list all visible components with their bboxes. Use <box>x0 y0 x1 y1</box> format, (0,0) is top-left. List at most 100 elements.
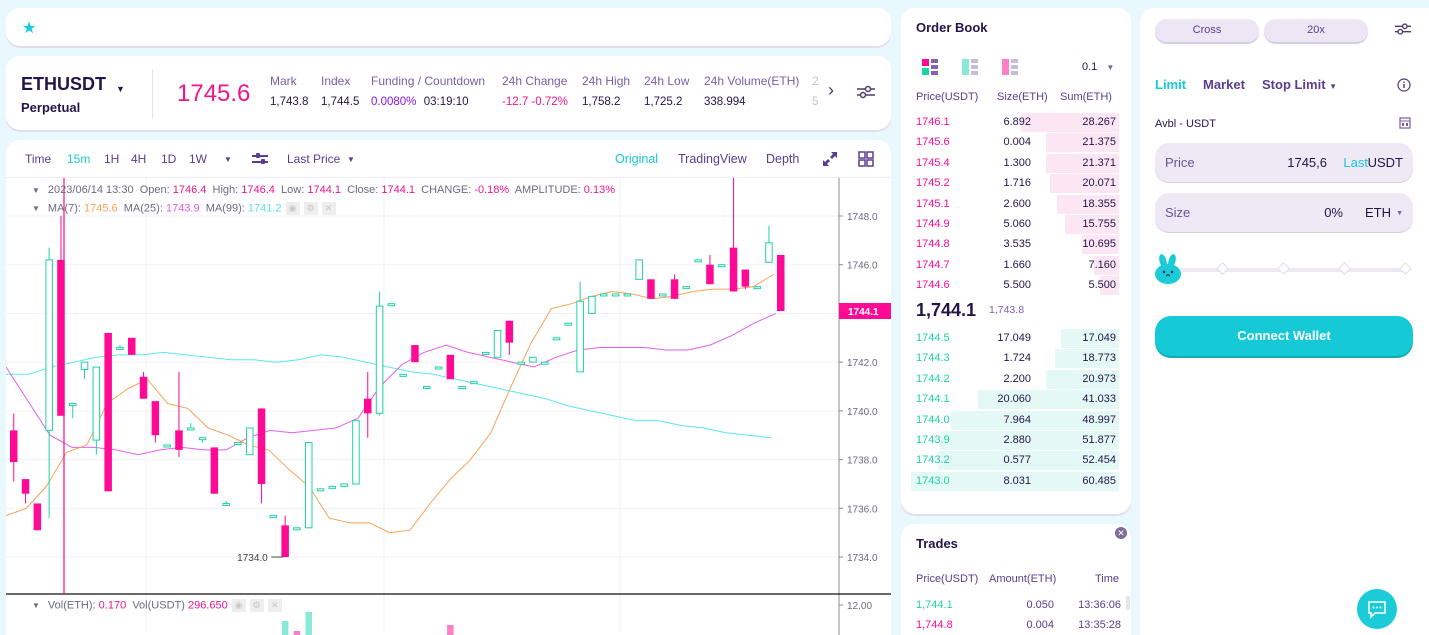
close-icon[interactable]: ✕ <box>321 202 336 215</box>
calculator-icon[interactable] <box>1399 117 1411 129</box>
slider-mark-75[interactable] <box>1338 262 1351 275</box>
orderbook-row[interactable]: 1744.8 3.535 10.695 <box>911 234 1119 255</box>
orderbook-row[interactable]: 1744.2 2.200 20.973 <box>911 369 1119 389</box>
orderbook-row[interactable]: 1744.5 17.049 17.049 <box>911 328 1119 348</box>
eye-icon[interactable]: ◉ <box>285 202 300 215</box>
star-icon[interactable]: ★ <box>22 18 36 38</box>
eye-icon[interactable]: ◉ <box>231 599 246 612</box>
row-price: 1746.1 <box>916 116 950 128</box>
candlestick-chart[interactable]: 1748.0 1746.0 1742.0 1740.0 1738.0 1736.0 1734… <box>6 178 891 635</box>
slider-mark-50[interactable] <box>1277 262 1290 275</box>
collapse-icon[interactable]: ▼ <box>32 186 40 195</box>
orderbook-row[interactable]: 1745.2 1.716 20.071 <box>911 173 1119 194</box>
book-asks-icon[interactable] <box>1002 59 1018 75</box>
size-value[interactable]: 0% <box>1324 205 1343 220</box>
orderbook-row[interactable]: 1744.6 5.500 5.500 <box>911 275 1119 296</box>
interval-time[interactable]: Time <box>25 152 51 166</box>
orderbook-row[interactable]: 1743.2 0.577 52.454 <box>911 450 1119 471</box>
collapse-icon[interactable]: ▼ <box>32 601 40 610</box>
trades-panel: Trades ✕ Price(USDT) Amount(ETH) Time 1,… <box>901 524 1131 635</box>
interval-1w[interactable]: 1W <box>189 152 207 166</box>
price-type-select[interactable]: Last Price <box>287 152 340 166</box>
interval-15m[interactable]: 15m <box>67 152 90 166</box>
axis-tick-label: 1746.0 <box>847 261 878 272</box>
fullscreen-icon[interactable] <box>822 151 838 167</box>
orderbook-row[interactable]: 1743.9 2.880 51.877 <box>911 430 1119 450</box>
interval-1h[interactable]: 1H <box>104 152 119 166</box>
orderbook-row[interactable]: 1744.1 20.060 41.033 <box>911 389 1119 410</box>
leverage-button[interactable]: 20x <box>1264 19 1368 42</box>
symbol-dropdown-icon[interactable]: ▼ <box>116 84 125 94</box>
indicators-icon[interactable] <box>252 152 268 166</box>
slider-handle-bunny-icon[interactable] <box>1153 253 1183 285</box>
last-price-button[interactable]: Last <box>1343 155 1368 170</box>
stat-index: Index 1,744.5 <box>321 74 359 108</box>
open-value: 1746.4 <box>172 184 207 196</box>
size-input[interactable]: Size 0% ETH ▼ <box>1155 193 1413 233</box>
orderbook-row[interactable]: 1745.4 1.300 21.371 <box>911 153 1119 173</box>
row-size: 1.660 <box>1003 258 1031 271</box>
candle-body <box>552 337 561 341</box>
candle <box>92 366 101 455</box>
tab-market[interactable]: Market <box>1203 77 1245 92</box>
candle <box>777 254 785 312</box>
gear-icon[interactable]: ⚙ <box>303 202 318 215</box>
slider-mark-25[interactable] <box>1216 262 1229 275</box>
stat-label: Index <box>321 74 351 88</box>
view-original[interactable]: Original <box>615 152 658 166</box>
candle-body <box>45 259 53 431</box>
layout-grid-icon[interactable] <box>858 151 874 167</box>
orderbook-row[interactable]: 1744.7 1.660 7.160 <box>911 255 1119 275</box>
interval-more-icon[interactable]: ▼ <box>224 155 232 164</box>
close-icon[interactable]: ✕ <box>1115 527 1127 539</box>
candle <box>718 264 726 268</box>
settings-sliders-icon[interactable] <box>856 84 876 100</box>
view-depth[interactable]: Depth <box>766 152 799 166</box>
interval-1d[interactable]: 1D <box>161 152 176 166</box>
margin-mode-button[interactable]: Cross <box>1155 19 1259 42</box>
size-unit-select[interactable]: ETH <box>1365 205 1391 220</box>
view-tradingview[interactable]: TradingView <box>678 152 747 166</box>
tab-limit[interactable]: Limit <box>1155 77 1186 92</box>
tab-stop-limit[interactable]: Stop Limit ▼ <box>1262 77 1337 92</box>
trade-price: 1,744.1 <box>916 599 953 611</box>
orderbook-row[interactable]: 1746.1 6.892 28.267 <box>911 112 1119 132</box>
price-input[interactable]: Price 1745,6 Last USDT <box>1155 143 1413 183</box>
book-both-icon[interactable] <box>922 59 938 75</box>
size-slider-track[interactable] <box>1180 268 1406 272</box>
interval-4h[interactable]: 4H <box>131 152 146 166</box>
connect-wallet-button[interactable]: Connect Wallet <box>1155 316 1413 356</box>
candle <box>210 447 219 494</box>
chevron-right-icon[interactable]: › <box>828 80 834 101</box>
row-size: 2.600 <box>1003 197 1031 210</box>
orderbook-row[interactable]: 1745.6 0.004 21.375 <box>911 132 1119 153</box>
row-size: 8.031 <box>1003 474 1031 487</box>
stat-value: 5 <box>812 96 819 108</box>
symbol-name[interactable]: ETHUSDT <box>21 74 106 95</box>
legend-date: 2023/06/14 13:30 <box>47 184 134 196</box>
info-icon[interactable] <box>1397 78 1411 92</box>
price-value[interactable]: 1745,6 <box>1287 155 1327 170</box>
chevron-down-icon[interactable]: ▼ <box>347 155 355 164</box>
orderbook-row[interactable]: 1744.9 5.060 15.755 <box>911 214 1119 234</box>
amplitude-label: AMPLITUDE: <box>514 184 581 196</box>
chat-support-button[interactable] <box>1357 589 1397 629</box>
row-size: 1.716 <box>1003 177 1031 190</box>
collapse-icon[interactable]: ▼ <box>32 204 40 213</box>
scrollbar[interactable] <box>1126 596 1130 610</box>
orderbook-row[interactable]: 1745.1 2.600 18.355 <box>911 194 1119 214</box>
close-icon[interactable]: ✕ <box>267 599 282 612</box>
book-bids-icon[interactable] <box>962 59 978 75</box>
gear-icon[interactable]: ⚙ <box>249 599 264 612</box>
candle-body <box>718 264 726 268</box>
precision-select[interactable]: 0.1 ▼ <box>1082 61 1114 73</box>
slider-mark-100[interactable] <box>1399 262 1412 275</box>
candle-body <box>729 247 738 292</box>
stat-funding: Funding / Countdown 0.0080% 03:19:10 <box>371 74 485 108</box>
orderbook-row[interactable]: 1743.0 8.031 60.485 <box>911 471 1119 491</box>
settings-sliders-icon[interactable] <box>1394 21 1412 37</box>
orderbook-row[interactable]: 1744.0 7.964 48.997 <box>911 410 1119 430</box>
candle <box>222 501 230 506</box>
orderbook-row[interactable]: 1744.3 1.724 18.773 <box>911 348 1119 369</box>
chevron-down-icon: ▼ <box>1396 210 1403 217</box>
